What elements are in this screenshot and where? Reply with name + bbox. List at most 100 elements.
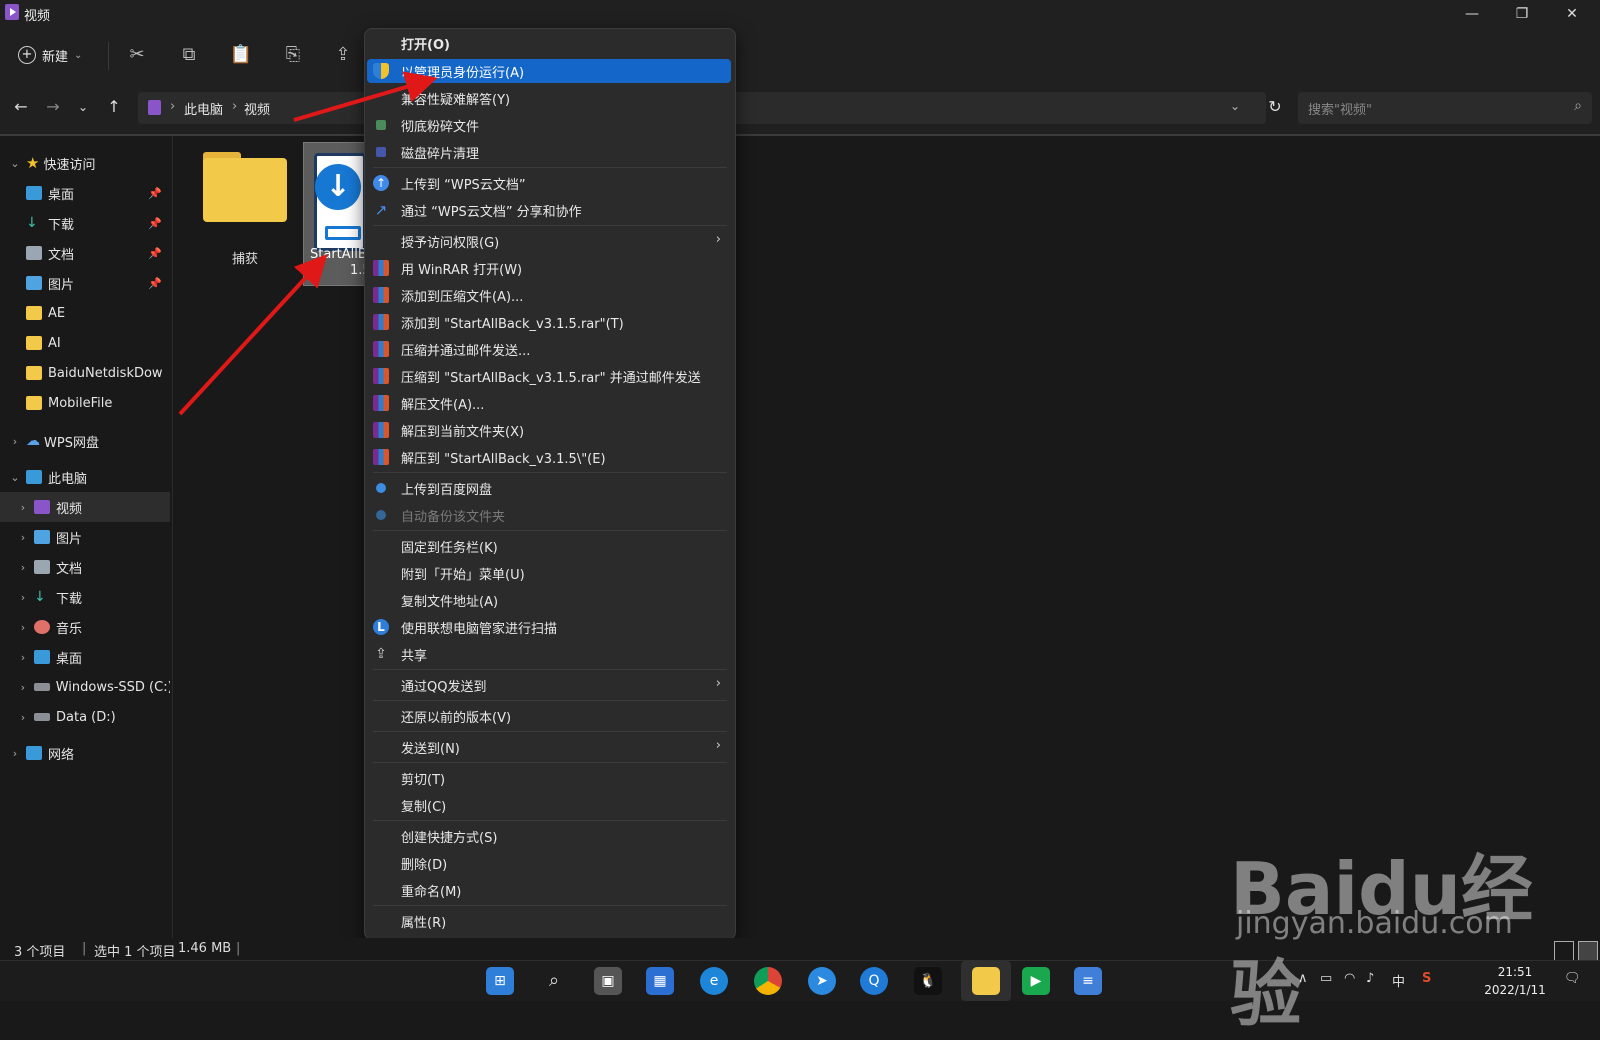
menu-item-shred-file[interactable]: 彻底粉碎文件	[367, 113, 731, 137]
widgets-icon[interactable]: ▦	[646, 967, 674, 995]
pin-icon: 📌	[148, 276, 162, 290]
menu-item-upload-baidu[interactable]: 上传到百度网盘	[367, 476, 731, 500]
feishu-icon[interactable]: ➤	[808, 967, 836, 995]
sidebar-item-downloads[interactable]: ↓ 下载 📌	[0, 208, 170, 238]
sidebar-item-ae[interactable]: AE	[0, 298, 170, 328]
sidebar-item-pictures-pc[interactable]: › 图片	[0, 522, 170, 552]
sidebar-quick-access[interactable]: ⌄ ★ 快速访问	[0, 148, 170, 178]
sidebar-item-documents[interactable]: 文档 📌	[0, 238, 170, 268]
menu-item-open[interactable]: 打开(O)	[367, 31, 731, 55]
sidebar-item-documents-pc[interactable]: › 文档	[0, 552, 170, 582]
menu-item-disk-defrag[interactable]: 磁盘碎片清理	[367, 140, 731, 164]
sidebar-item-mobilefile[interactable]: MobileFile	[0, 388, 170, 418]
chrome-icon[interactable]	[754, 967, 782, 995]
chevron-right-icon: ›	[20, 710, 26, 724]
menu-item-add-to-archive[interactable]: 添加到压缩文件(A)...	[367, 283, 731, 307]
menu-item-properties[interactable]: 属性(R)	[367, 909, 731, 933]
menu-item-extract-files[interactable]: 解压文件(A)...	[367, 391, 731, 415]
blank-icon	[373, 828, 389, 844]
new-button[interactable]: + 新建 ⌄	[18, 40, 82, 70]
rename-icon[interactable]: ⎘	[280, 42, 306, 68]
menu-item-restore-versions[interactable]: 还原以前的版本(V)	[367, 704, 731, 728]
back-arrow-icon[interactable]: ←	[10, 96, 32, 118]
sidebar-label: MobileFile	[48, 395, 113, 411]
sidebar-item-ai[interactable]: AI	[0, 328, 170, 358]
menu-item-lenovo-scan[interactable]: L 使用联想电脑管家进行扫描	[367, 615, 731, 639]
menu-item-compat-troubleshoot[interactable]: 兼容性疑难解答(Y)	[367, 86, 731, 110]
menu-item-rename[interactable]: 重命名(M)	[367, 878, 731, 902]
copy-icon[interactable]: ⧉	[176, 42, 202, 68]
breadcrumb-videos[interactable]: 视频	[244, 99, 270, 118]
menu-item-send-to[interactable]: 发送到(N) ›	[367, 735, 731, 759]
recent-chevron-icon[interactable]: ⌄	[72, 96, 94, 118]
menu-item-cut[interactable]: 剪切(T)	[367, 766, 731, 790]
folder-item-capture[interactable]: 捕获	[195, 148, 295, 268]
sidebar-network[interactable]: › 网络	[0, 738, 170, 768]
menu-item-delete[interactable]: 删除(D)	[367, 851, 731, 875]
menu-item-share[interactable]: ⇪ 共享	[367, 642, 731, 666]
menu-item-winrar-open[interactable]: 用 WinRAR 打开(W)	[367, 256, 731, 280]
menu-label: 上传到百度网盘	[401, 482, 493, 498]
close-button[interactable]: ✕	[1548, 0, 1596, 28]
qq-icon[interactable]: 🐧	[914, 967, 942, 995]
network-icon	[26, 746, 42, 760]
menu-separator	[373, 731, 727, 732]
search-input[interactable]: 搜索"视频" ⌕	[1298, 92, 1592, 124]
status-size: 1.46 MB	[178, 941, 232, 956]
folder-icon	[26, 306, 42, 320]
share-icon[interactable]: ⇪	[330, 42, 356, 68]
sidebar-item-music[interactable]: › 音乐	[0, 612, 170, 642]
task-view-icon[interactable]: ▣	[594, 967, 622, 995]
menu-item-copy-path[interactable]: 复制文件地址(A)	[367, 588, 731, 612]
search-icon[interactable]: ⌕	[540, 967, 568, 995]
menu-item-upload-wps[interactable]: ↑ 上传到 “WPS云文档”	[367, 171, 731, 195]
cut-icon[interactable]: ✂	[124, 42, 150, 68]
winrar-icon	[373, 368, 389, 384]
menu-item-grant-access[interactable]: 授予访问权限(G) ›	[367, 229, 731, 253]
menu-item-pin-taskbar[interactable]: 固定到任务栏(K)	[367, 534, 731, 558]
sidebar-item-drive-c[interactable]: › Windows-SSD (C:)	[0, 672, 170, 702]
quark-icon[interactable]: Q	[860, 967, 888, 995]
menu-item-send-via-qq[interactable]: 通过QQ发送到 ›	[367, 673, 731, 697]
sidebar-wps-drive[interactable]: › ☁ WPS网盘	[0, 426, 170, 456]
sidebar-item-desktop-pc[interactable]: › 桌面	[0, 642, 170, 672]
address-history-chevron-icon[interactable]: ⌄	[1230, 99, 1240, 113]
menu-item-run-as-admin[interactable]: 以管理员身份运行(A)	[367, 59, 731, 83]
menu-item-create-shortcut[interactable]: 创建快捷方式(S)	[367, 824, 731, 848]
file-explorer-icon[interactable]	[972, 967, 1000, 995]
menu-item-share-wps[interactable]: ↗ 通过 “WPS云文档” 分享和协作	[367, 198, 731, 222]
sidebar-this-pc[interactable]: ⌄ 此电脑	[0, 462, 170, 492]
menu-item-extract-to-folder[interactable]: 解压到 "StartAllBack_v3.1.5\"(E)	[367, 445, 731, 469]
menu-item-add-to-rar[interactable]: 添加到 "StartAllBack_v3.1.5.rar"(T)	[367, 310, 731, 334]
refresh-icon[interactable]: ↻	[1264, 96, 1286, 118]
menu-separator	[373, 820, 727, 821]
menu-item-pin-start[interactable]: 附到「开始」菜单(U)	[367, 561, 731, 585]
paste-icon[interactable]: 📋	[228, 42, 254, 68]
up-arrow-icon[interactable]: ↑	[103, 96, 125, 118]
menu-item-compress-rar-email[interactable]: 压缩到 "StartAllBack_v3.1.5.rar" 并通过邮件发送	[367, 364, 731, 388]
sidebar-label: WPS网盘	[44, 435, 99, 451]
file-label: StartAllB 1.5	[310, 247, 368, 279]
ie-browser-icon[interactable]: e	[700, 967, 728, 995]
breadcrumb-this-pc[interactable]: 此电脑	[184, 99, 223, 118]
sidebar-item-downloads-pc[interactable]: › ↓ 下载	[0, 582, 170, 612]
forward-arrow-icon[interactable]: →	[42, 96, 64, 118]
file-item-startallback[interactable]: ↓ StartAllB 1.5	[303, 142, 369, 286]
menu-item-copy[interactable]: 复制(C)	[367, 793, 731, 817]
sidebar-item-desktop[interactable]: 桌面 📌	[0, 178, 170, 208]
notepad-icon[interactable]: ≡	[1074, 967, 1102, 995]
start-icon[interactable]: ⊞	[486, 967, 514, 995]
sidebar-item-videos[interactable]: › 视频	[0, 492, 170, 522]
menu-item-auto-backup[interactable]: 自动备份该文件夹	[367, 503, 731, 527]
menu-item-compress-email[interactable]: 压缩并通过邮件发送...	[367, 337, 731, 361]
sidebar-item-drive-d[interactable]: › Data (D:)	[0, 702, 170, 732]
menu-item-extract-here[interactable]: 解压到当前文件夹(X)	[367, 418, 731, 442]
blank-icon	[373, 708, 389, 724]
sidebar-label: AE	[48, 305, 66, 321]
sidebar-item-baidunetdisk[interactable]: BaiduNetdiskDow	[0, 358, 170, 388]
sidebar-item-pictures[interactable]: 图片 📌	[0, 268, 170, 298]
iqiyi-icon[interactable]: ▶	[1022, 967, 1050, 995]
maximize-button[interactable]: ❐	[1498, 0, 1546, 28]
menu-separator	[373, 167, 727, 168]
minimize-button[interactable]: —	[1448, 0, 1496, 28]
